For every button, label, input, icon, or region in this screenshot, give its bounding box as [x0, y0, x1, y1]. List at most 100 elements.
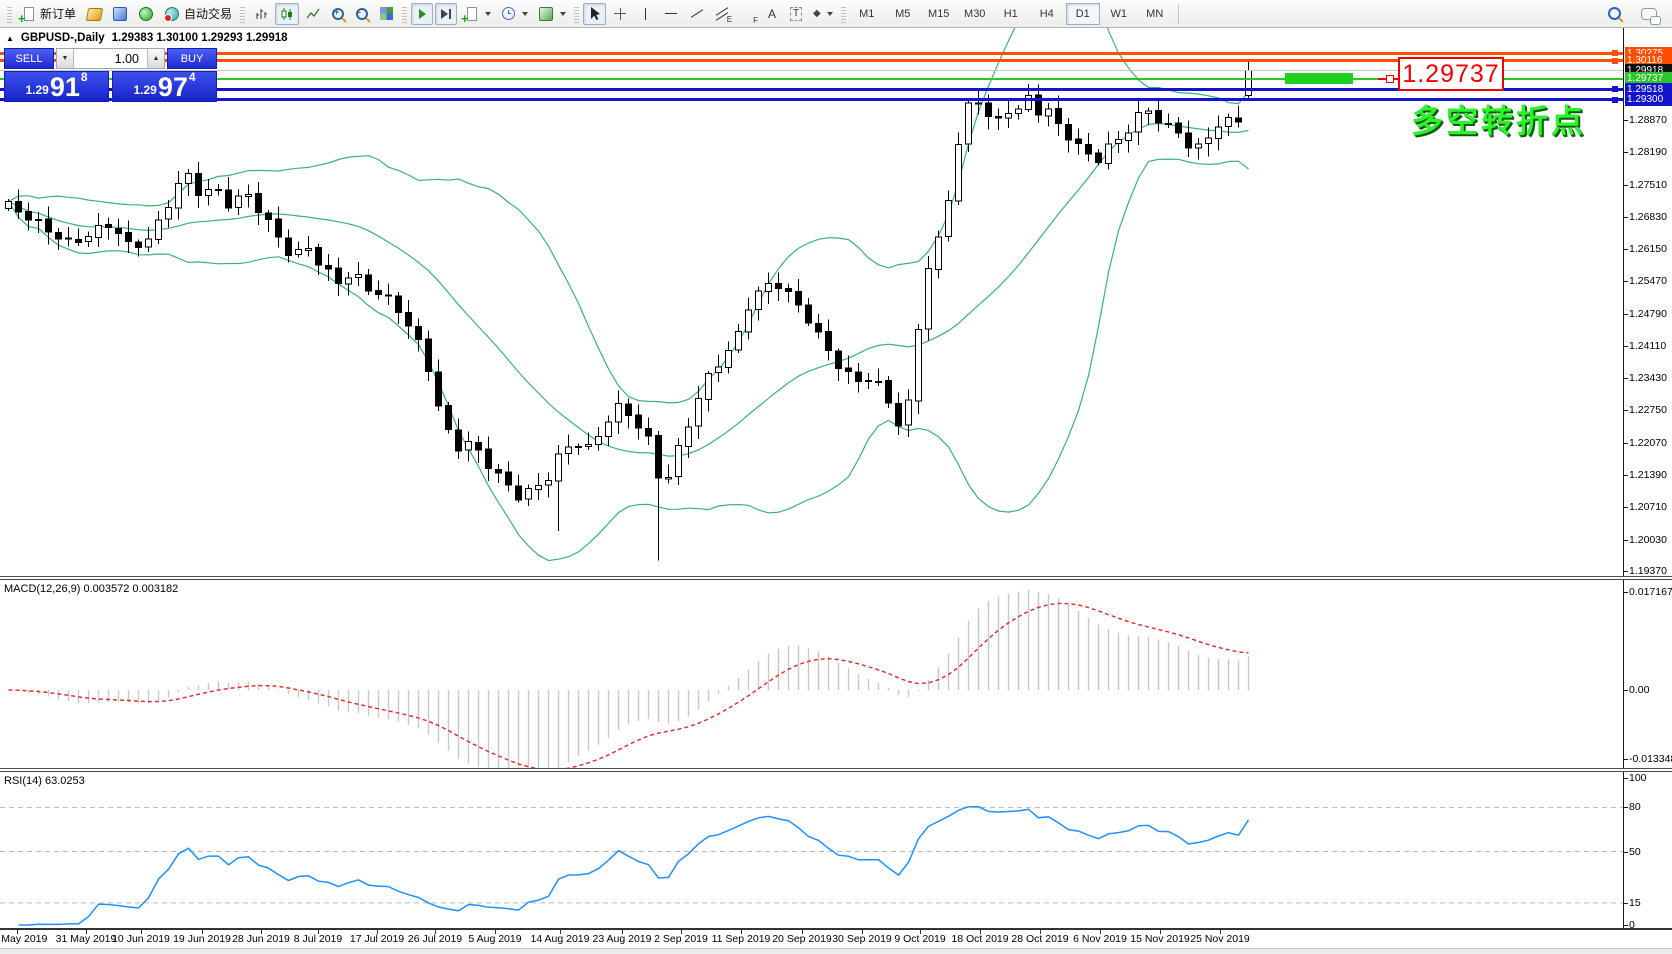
pane-divider[interactable]	[0, 768, 1672, 772]
trendline-icon	[691, 9, 703, 17]
periods-button[interactable]	[497, 3, 532, 25]
timeframe-button-w1[interactable]: W1	[1102, 3, 1136, 25]
buy-price-box[interactable]: 1.29 97 4	[112, 71, 217, 102]
price-axis[interactable]: 1.302751.301161.299181.297371.295181.293…	[1623, 28, 1672, 930]
auto-scroll-button[interactable]	[411, 3, 433, 25]
chevron-down-icon	[560, 12, 566, 19]
time-axis-label: 23 Aug 2019	[593, 933, 652, 945]
highlight-zone[interactable]	[1285, 73, 1353, 84]
crosshair-tool-button[interactable]	[608, 3, 632, 25]
chart-header: ▲ GBPUSD-,Daily 1.29383 1.30100 1.29293 …	[6, 32, 288, 44]
chinese-annotation-text[interactable]: 多空转折点	[1411, 96, 1586, 142]
templates-button[interactable]	[534, 3, 570, 25]
chart-bottom-border	[0, 928, 1672, 930]
level-line-1.29518[interactable]	[0, 88, 1623, 91]
time-axis[interactable]: 22 May 201931 May 201910 Jun 201919 Jun …	[0, 930, 1672, 948]
toolbar-grip[interactable]	[574, 5, 579, 23]
toolbar-grip[interactable]	[240, 5, 245, 23]
candlestick-mode-button[interactable]	[275, 3, 299, 25]
channel-letter: E	[727, 15, 732, 24]
arrows-tool-button[interactable]: ◆	[809, 3, 837, 25]
time-axis-label: 28 Oct 2019	[1011, 933, 1068, 945]
volume-increase-button[interactable]: ▲	[147, 49, 164, 68]
macd-layer	[0, 580, 1623, 768]
trendline-tool-button[interactable]	[685, 3, 709, 25]
fibo-letter: F	[753, 16, 758, 25]
data-window-icon	[112, 6, 128, 22]
level-handle[interactable]	[1612, 58, 1618, 64]
new-order-button[interactable]: 新订单	[16, 3, 80, 25]
sell-price-box[interactable]: 1.29 91 8	[4, 71, 109, 102]
timeframe-button-mn[interactable]: MN	[1138, 3, 1172, 25]
buy-button[interactable]: BUY	[167, 48, 217, 69]
level-line-1.29300[interactable]	[0, 98, 1623, 101]
time-axis-label: 10 Jun 2019	[112, 933, 170, 945]
line-chart-mode-button[interactable]	[301, 3, 325, 25]
candles-layer	[0, 28, 1623, 576]
level-line-1.29918[interactable]	[0, 70, 1623, 71]
autotrading-button[interactable]: 自动交易	[160, 3, 236, 25]
search-button[interactable]	[1603, 3, 1625, 25]
timeframe-button-m30[interactable]: M30	[958, 3, 992, 25]
volume-decrease-button[interactable]: ▼	[57, 49, 74, 68]
timeframe-button-m5[interactable]: M5	[886, 3, 920, 25]
chat-icon	[1641, 8, 1657, 20]
fibonacci-tool-button[interactable]: F	[735, 3, 759, 25]
macd-pane[interactable]: MACD(12,26,9) 0.003572 0.003182	[0, 580, 1623, 768]
chart-shift-button[interactable]	[435, 3, 457, 25]
toolbar-grip[interactable]	[841, 5, 846, 23]
buy-price-prefix: 1.29	[133, 83, 156, 97]
zoom-in-button[interactable]: +	[327, 3, 349, 25]
rsi-pane[interactable]: RSI(14) 63.0253	[0, 772, 1623, 928]
pane-divider[interactable]	[0, 576, 1672, 580]
data-window-button[interactable]	[108, 3, 132, 25]
timeframe-button-m1[interactable]: M1	[850, 3, 884, 25]
zoom-out-button[interactable]: -	[351, 3, 373, 25]
text-tool-icon: A	[768, 7, 776, 21]
sell-button[interactable]: SELL	[4, 48, 54, 69]
toolbar-grip[interactable]	[402, 5, 407, 23]
text-tool-button[interactable]: A	[761, 3, 783, 25]
template-icon	[538, 6, 554, 22]
horizontal-line-tool-button[interactable]	[659, 3, 683, 25]
cursor-tool-button[interactable]	[583, 3, 606, 25]
vertical-line-tool-button[interactable]	[634, 3, 657, 25]
market-watch-button[interactable]	[82, 3, 106, 25]
cursor-icon	[587, 6, 602, 21]
level-handle[interactable]	[1612, 50, 1618, 56]
price-chart-pane[interactable]: 1.29737 多空转折点 ▲ GBPUSD-,Daily 1.29383 1.…	[0, 28, 1623, 576]
collapse-arrow-icon[interactable]: ▲	[6, 34, 14, 43]
time-axis-label: 30 Sep 2019	[832, 933, 892, 945]
signals-button[interactable]	[134, 3, 158, 25]
time-axis-label: 17 Jul 2019	[350, 933, 404, 945]
time-axis-label: 19 Jun 2019	[173, 933, 231, 945]
tile-windows-button[interactable]	[375, 3, 398, 25]
level-line-1.30275[interactable]	[0, 52, 1623, 55]
timeframe-button-d1[interactable]: D1	[1066, 3, 1100, 25]
callout-anchor[interactable]	[1386, 75, 1394, 83]
sell-price-big: 91	[50, 74, 80, 100]
level-handle[interactable]	[1612, 86, 1618, 92]
chat-button[interactable]	[1637, 3, 1661, 25]
level-handle[interactable]	[1612, 97, 1618, 103]
text-label-tool-button[interactable]: T	[785, 3, 807, 25]
equidistant-channel-tool-button[interactable]: E	[711, 3, 733, 25]
new-chart-button[interactable]	[459, 3, 495, 25]
sell-price-prefix: 1.29	[25, 83, 48, 97]
level-line-1.30116[interactable]	[0, 59, 1623, 62]
bar-chart-mode-button[interactable]	[249, 3, 273, 25]
candlestick-icon	[279, 6, 295, 22]
timeframe-button-h4[interactable]: H4	[1030, 3, 1064, 25]
time-axis-label: 14 Aug 2019	[531, 933, 590, 945]
time-axis-label: 18 Oct 2019	[951, 933, 1008, 945]
rsi-axis-tick: 50	[1629, 846, 1641, 858]
price-axis-tick: 1.27510	[1629, 179, 1667, 191]
timeframe-button-m15[interactable]: M15	[922, 3, 956, 25]
market-watch-icon	[86, 6, 102, 22]
price-tag-1.29300[interactable]: 1.29300	[1625, 93, 1672, 106]
timeframe-button-h1[interactable]: H1	[994, 3, 1028, 25]
volume-value[interactable]: 1.00	[74, 49, 147, 68]
clock-icon	[502, 7, 515, 20]
price-annotation-label[interactable]: 1.29737	[1398, 57, 1504, 91]
toolbar-grip[interactable]	[7, 5, 12, 23]
